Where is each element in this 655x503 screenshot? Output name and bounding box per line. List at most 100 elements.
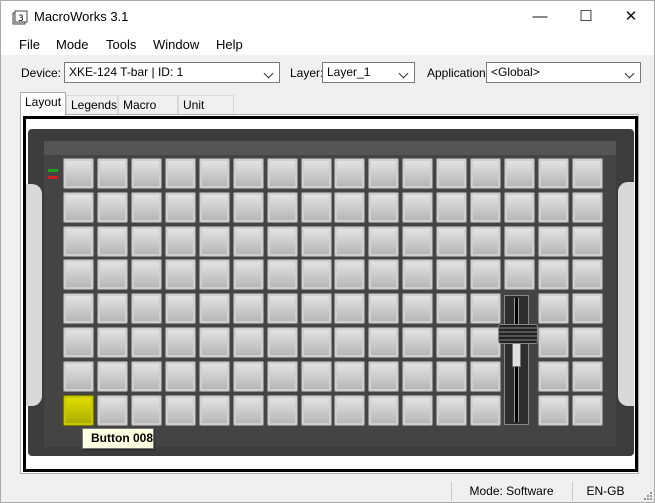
macro-key[interactable] [572, 395, 603, 426]
macro-key[interactable] [436, 395, 467, 426]
macro-key[interactable] [97, 226, 128, 257]
macro-key[interactable] [470, 293, 501, 324]
macro-key[interactable] [233, 192, 264, 223]
macro-key[interactable] [572, 259, 603, 290]
macro-key[interactable] [572, 293, 603, 324]
macro-key[interactable] [97, 158, 128, 189]
macro-key[interactable] [199, 192, 230, 223]
macro-key[interactable] [538, 192, 569, 223]
macro-key[interactable] [538, 226, 569, 257]
macro-key[interactable] [97, 327, 128, 358]
macro-key[interactable] [368, 361, 399, 392]
macro-key[interactable] [538, 395, 569, 426]
macro-key[interactable] [402, 293, 433, 324]
macro-key[interactable] [402, 259, 433, 290]
macro-key[interactable] [538, 361, 569, 392]
macro-key[interactable] [131, 395, 162, 426]
tab-macro-list[interactable]: Macro List [118, 95, 178, 126]
tab-layout[interactable]: Layout [20, 92, 66, 116]
macro-key[interactable] [63, 327, 94, 358]
macro-key[interactable] [301, 293, 332, 324]
macro-key-selected[interactable] [63, 395, 94, 426]
macro-key[interactable] [301, 361, 332, 392]
menu-window[interactable]: Window [153, 37, 199, 52]
macro-key[interactable] [334, 226, 365, 257]
macro-key[interactable] [504, 192, 535, 223]
device-select[interactable]: XKE-124 T-bar | ID: 1 [64, 62, 280, 83]
macro-key[interactable] [368, 327, 399, 358]
macro-key[interactable] [368, 192, 399, 223]
macro-key[interactable] [165, 192, 196, 223]
macro-key[interactable] [131, 293, 162, 324]
macro-key[interactable] [165, 395, 196, 426]
macro-key[interactable] [436, 259, 467, 290]
macro-key[interactable] [131, 226, 162, 257]
macro-key[interactable] [267, 293, 298, 324]
maximize-button[interactable]: ☐ [563, 1, 609, 33]
close-button[interactable]: ✕ [608, 1, 654, 33]
macro-key[interactable] [368, 395, 399, 426]
macro-key[interactable] [436, 327, 467, 358]
macro-key[interactable] [233, 293, 264, 324]
macro-key[interactable] [97, 395, 128, 426]
macro-key[interactable] [504, 158, 535, 189]
macro-key[interactable] [334, 158, 365, 189]
application-select[interactable]: <Global> [486, 62, 641, 83]
macro-key[interactable] [301, 192, 332, 223]
macro-key[interactable] [63, 293, 94, 324]
macro-key[interactable] [233, 327, 264, 358]
macro-key[interactable] [470, 226, 501, 257]
macro-key[interactable] [368, 226, 399, 257]
macro-key[interactable] [538, 158, 569, 189]
macro-key[interactable] [334, 192, 365, 223]
macro-key[interactable] [199, 293, 230, 324]
macro-key[interactable] [199, 226, 230, 257]
macro-key[interactable] [334, 259, 365, 290]
macro-key[interactable] [402, 361, 433, 392]
macro-key[interactable] [470, 395, 501, 426]
macro-key[interactable] [572, 361, 603, 392]
macro-key[interactable] [436, 158, 467, 189]
macro-key[interactable] [334, 327, 365, 358]
macro-key[interactable] [199, 327, 230, 358]
macro-key[interactable] [301, 327, 332, 358]
macro-key[interactable] [301, 226, 332, 257]
macro-key[interactable] [538, 293, 569, 324]
macro-key[interactable] [470, 158, 501, 189]
menu-tools[interactable]: Tools [106, 37, 136, 52]
macro-key[interactable] [368, 293, 399, 324]
macro-key[interactable] [165, 158, 196, 189]
tab-unit-data[interactable]: Unit Data [178, 95, 234, 126]
macro-key[interactable] [63, 192, 94, 223]
macro-key[interactable] [267, 395, 298, 426]
macro-key[interactable] [572, 158, 603, 189]
macro-key[interactable] [131, 158, 162, 189]
macro-key[interactable] [334, 361, 365, 392]
macro-key[interactable] [334, 395, 365, 426]
macro-key[interactable] [199, 395, 230, 426]
macro-key[interactable] [572, 192, 603, 223]
macro-key[interactable] [402, 327, 433, 358]
macro-key[interactable] [199, 158, 230, 189]
macro-key[interactable] [436, 226, 467, 257]
tbar-handle[interactable] [498, 324, 538, 344]
macro-key[interactable] [538, 327, 569, 358]
macro-key[interactable] [402, 192, 433, 223]
macro-key[interactable] [165, 259, 196, 290]
macro-key[interactable] [199, 361, 230, 392]
macro-key[interactable] [436, 361, 467, 392]
macro-key[interactable] [334, 293, 365, 324]
menu-help[interactable]: Help [216, 37, 243, 52]
macro-key[interactable] [470, 361, 501, 392]
menu-file[interactable]: File [19, 37, 40, 52]
macro-key[interactable] [233, 226, 264, 257]
macro-key[interactable] [97, 361, 128, 392]
layer-select[interactable]: Layer_1 [322, 62, 415, 83]
macro-key[interactable] [131, 327, 162, 358]
tab-legends[interactable]: Legends [66, 95, 118, 115]
macro-key[interactable] [504, 259, 535, 290]
macro-key[interactable] [436, 192, 467, 223]
macro-key[interactable] [470, 327, 501, 358]
macro-key[interactable] [63, 361, 94, 392]
macro-key[interactable] [131, 259, 162, 290]
